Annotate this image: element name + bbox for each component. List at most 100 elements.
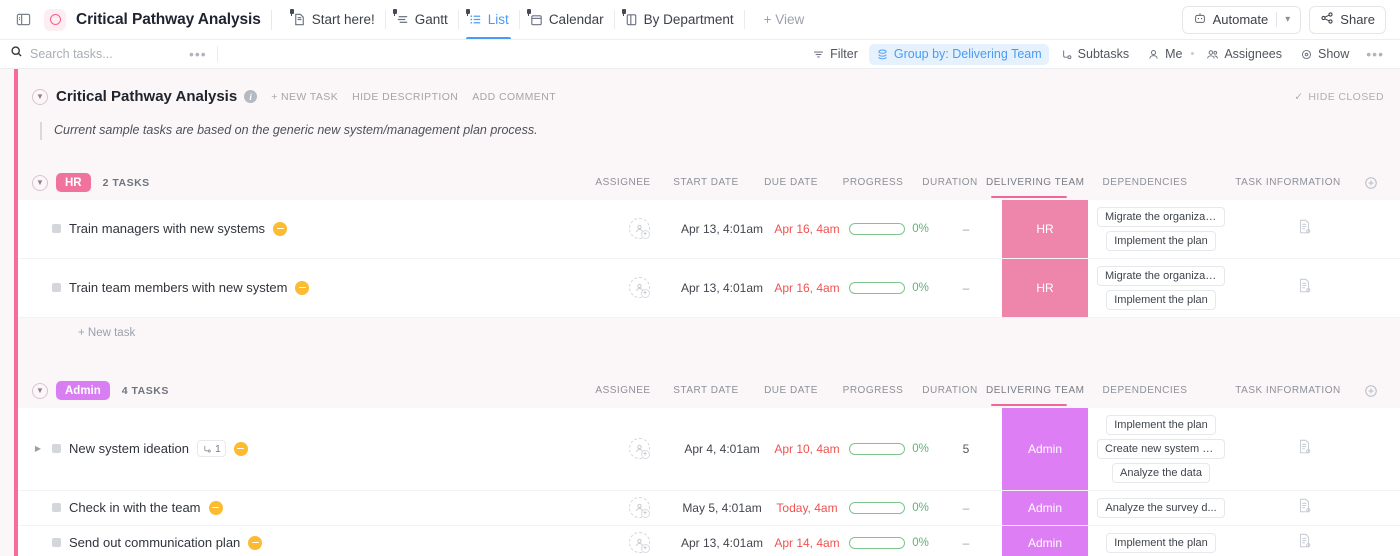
column-header-due-date[interactable]: DUE DATE	[750, 177, 832, 188]
add-assignee-avatar[interactable]: +	[629, 497, 650, 518]
status-paused-icon[interactable]	[209, 501, 223, 515]
duration-cell[interactable]: –	[930, 491, 1002, 525]
task-information-cell[interactable]	[1234, 491, 1374, 525]
column-header-duration[interactable]: DURATION	[914, 177, 986, 188]
assignee-cell[interactable]: +	[600, 408, 678, 490]
column-header-assignee[interactable]: ASSIGNEE	[584, 385, 662, 396]
assignee-cell[interactable]: +	[600, 491, 678, 525]
automate-button[interactable]: Automate ▾	[1182, 6, 1302, 34]
status-paused-icon[interactable]	[248, 536, 262, 550]
column-header-start-date[interactable]: START DATE	[662, 177, 750, 188]
collapse-group-icon[interactable]: ▼	[32, 383, 48, 399]
toolbar-overflow-button[interactable]: •••	[1362, 46, 1388, 62]
search-box[interactable]	[10, 45, 185, 63]
dependency-chip[interactable]: Create new system pl...	[1097, 439, 1225, 459]
column-header-task-information[interactable]: TASK INFORMATION	[1218, 385, 1358, 396]
dependency-chip[interactable]: Migrate the organizat...	[1097, 207, 1225, 227]
dependencies-cell[interactable]: Analyze the survey d...	[1088, 491, 1234, 525]
start-date-cell[interactable]: Apr 13, 4:01am	[678, 526, 766, 556]
table-row[interactable]: Train managers with new systems + Apr 13…	[18, 200, 1400, 259]
collapse-group-icon[interactable]: ▼	[32, 175, 48, 191]
tab-gantt[interactable]: Gantt	[385, 0, 458, 39]
table-row[interactable]: ▶ New system ideation 1 + Apr 4, 4:01am	[18, 408, 1400, 491]
new-task-button[interactable]: + NEW TASK	[271, 91, 338, 103]
task-information-cell[interactable]	[1234, 259, 1374, 317]
status-paused-icon[interactable]	[273, 222, 287, 236]
start-date-cell[interactable]: May 5, 4:01am	[678, 491, 766, 525]
dependency-chip[interactable]: Migrate the organizat...	[1097, 266, 1225, 286]
group-badge[interactable]: HR	[56, 173, 91, 192]
dependency-chip[interactable]: Implement the plan	[1106, 290, 1216, 310]
column-header-due-date[interactable]: DUE DATE	[750, 385, 832, 396]
tab-start-here[interactable]: Start here!	[282, 0, 385, 39]
collapse-list-icon[interactable]: ▼	[32, 89, 48, 105]
task-name-cell[interactable]: ▶ New system ideation 1	[18, 408, 600, 490]
tab-list[interactable]: List	[458, 0, 519, 39]
assignees-button[interactable]: Assignees	[1199, 44, 1289, 65]
info-icon[interactable]: i	[244, 90, 257, 103]
task-color-swatch[interactable]	[52, 444, 61, 453]
subtask-count-badge[interactable]: 1	[197, 440, 226, 457]
status-paused-icon[interactable]	[234, 442, 248, 456]
assignee-cell[interactable]: +	[600, 200, 678, 258]
space-circle-icon[interactable]	[44, 9, 66, 31]
delivering-team-cell[interactable]: HR	[1002, 200, 1088, 258]
column-header-dependencies[interactable]: DEPENDENCIES	[1072, 177, 1218, 188]
due-date-cell[interactable]: Apr 16, 4am	[766, 200, 848, 258]
assignee-cell[interactable]: +	[600, 526, 678, 556]
add-assignee-avatar[interactable]: +	[629, 218, 650, 239]
start-date-cell[interactable]: Apr 13, 4:01am	[678, 259, 766, 317]
table-row[interactable]: Train team members with new system + Apr…	[18, 259, 1400, 318]
tab-calendar[interactable]: Calendar	[519, 0, 614, 39]
column-header-start-date[interactable]: START DATE	[662, 385, 750, 396]
progress-bar[interactable]	[849, 223, 905, 235]
me-button[interactable]: Me	[1140, 44, 1189, 65]
column-header-delivering-team[interactable]: DELIVERING TEAM	[986, 177, 1072, 188]
add-comment-button[interactable]: ADD COMMENT	[472, 91, 556, 103]
table-row[interactable]: Send out communication plan + Apr 13, 4:…	[18, 526, 1400, 556]
dependencies-cell[interactable]: Implement the plan	[1088, 526, 1234, 556]
progress-bar[interactable]	[849, 282, 905, 294]
dependency-chip[interactable]: Analyze the data	[1112, 463, 1210, 483]
add-assignee-avatar[interactable]: +	[629, 277, 650, 298]
due-date-cell[interactable]: Apr 10, 4am	[766, 408, 848, 490]
duration-cell[interactable]: 5	[930, 408, 1002, 490]
add-new-task-row[interactable]: + New task	[18, 318, 1400, 348]
column-header-progress[interactable]: PROGRESS	[832, 385, 914, 396]
task-information-cell[interactable]	[1234, 200, 1374, 258]
progress-cell[interactable]: 0%	[848, 259, 930, 317]
task-color-swatch[interactable]	[52, 224, 61, 233]
task-information-doc-icon[interactable]	[1297, 278, 1312, 297]
add-assignee-avatar[interactable]: +	[629, 438, 650, 459]
task-information-cell[interactable]	[1234, 408, 1374, 490]
chevron-down-icon[interactable]: ▾	[1285, 14, 1290, 25]
search-input[interactable]	[30, 47, 160, 61]
hide-closed-button[interactable]: ✓ HIDE CLOSED	[1294, 91, 1384, 103]
group-badge[interactable]: Admin	[56, 381, 110, 400]
hide-description-button[interactable]: HIDE DESCRIPTION	[352, 91, 458, 103]
progress-bar[interactable]	[849, 502, 905, 514]
column-header-progress[interactable]: PROGRESS	[832, 177, 914, 188]
tab-by-department[interactable]: By Department	[614, 0, 744, 39]
progress-bar[interactable]	[849, 443, 905, 455]
group-by-button[interactable]: Group by: Delivering Team	[869, 44, 1049, 65]
dependency-chip[interactable]: Implement the plan	[1106, 231, 1216, 251]
task-name-cell[interactable]: Train managers with new systems	[18, 200, 600, 258]
add-view-button[interactable]: + View	[754, 12, 815, 27]
due-date-cell[interactable]: Today, 4am	[766, 491, 848, 525]
progress-cell[interactable]: 0%	[848, 526, 930, 556]
progress-cell[interactable]: 0%	[848, 200, 930, 258]
dependency-chip[interactable]: Implement the plan	[1106, 415, 1216, 435]
duration-cell[interactable]: –	[930, 200, 1002, 258]
add-assignee-avatar[interactable]: +	[629, 532, 650, 553]
task-information-doc-icon[interactable]	[1297, 219, 1312, 238]
progress-cell[interactable]: 0%	[848, 408, 930, 490]
progress-bar[interactable]	[849, 537, 905, 549]
subtasks-button[interactable]: Subtasks	[1053, 44, 1136, 65]
show-button[interactable]: Show	[1293, 44, 1356, 65]
task-color-swatch[interactable]	[52, 503, 61, 512]
task-name-cell[interactable]: Send out communication plan	[18, 526, 600, 556]
add-column-icon[interactable]	[1358, 384, 1384, 398]
task-color-swatch[interactable]	[52, 283, 61, 292]
task-information-doc-icon[interactable]	[1297, 439, 1312, 458]
